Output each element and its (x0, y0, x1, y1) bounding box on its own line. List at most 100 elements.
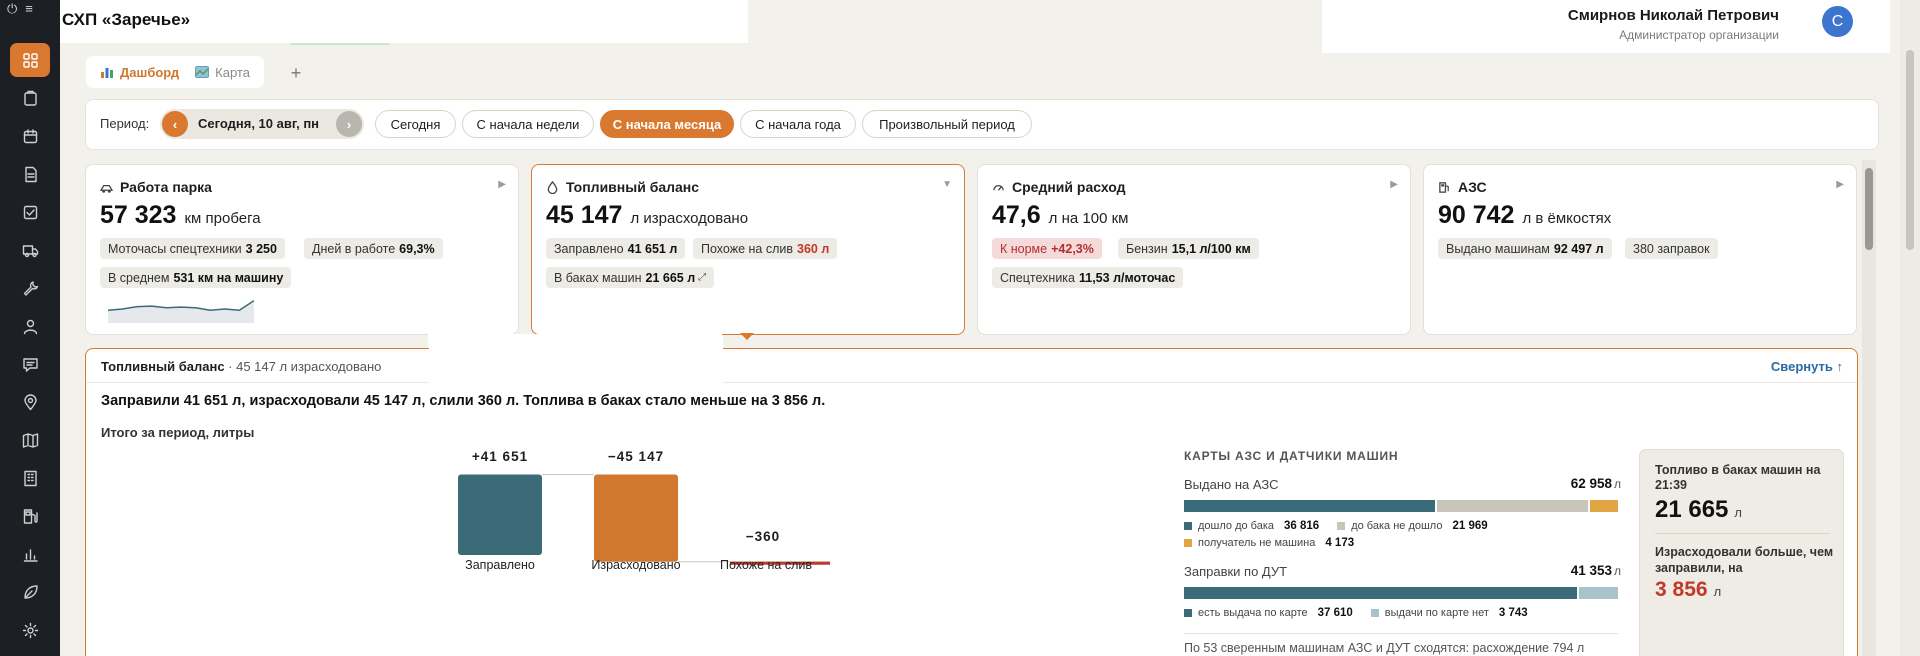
sidebar-item-user[interactable] (10, 309, 50, 343)
chip-value: 360 л (797, 241, 830, 256)
legend-swatch (1184, 609, 1192, 617)
period-week[interactable]: С начала недели (462, 110, 594, 138)
bar-segment[interactable] (1589, 500, 1618, 512)
sidebar-item-building[interactable] (10, 461, 50, 495)
wrench-icon (23, 280, 38, 296)
tab-dashboard[interactable]: Дашборд (92, 59, 187, 85)
sidebar-item-settings[interactable] (10, 613, 50, 647)
period-label: Период: (100, 116, 150, 131)
sidebar-item-calendar[interactable] (10, 119, 50, 153)
chat-icon (22, 357, 38, 372)
waterfall-bar[interactable] (458, 474, 542, 555)
bar-segment[interactable] (1184, 587, 1577, 599)
mileage-sparkline (108, 299, 254, 323)
period-custom[interactable]: Произвольный период (862, 110, 1032, 138)
clipboard-icon (23, 90, 37, 106)
page-scrollbar[interactable] (1900, 0, 1920, 656)
accent-line (290, 43, 390, 45)
location-icon (23, 393, 37, 410)
chip-workdays: Дней в работе 69,3% (304, 238, 443, 259)
header-right: Смирнов Николай Петрович Администратор о… (1322, 0, 1890, 53)
chip-value: 41 651 л (627, 241, 678, 256)
current-date[interactable]: Сегодня, 10 авг, пн (198, 116, 319, 131)
sidebar: ⏻ ≡ (0, 0, 60, 656)
waterfall-bar[interactable] (594, 474, 678, 562)
user-role: Администратор организации (1619, 28, 1779, 42)
dashboard-icon (22, 52, 38, 68)
collapse-button[interactable]: Свернуть ↑ (1771, 359, 1843, 374)
issued-total: 62 958 л (1571, 476, 1621, 491)
sidebar-item-document[interactable] (10, 157, 50, 191)
card-fuel-balance[interactable]: Топливный баланс ▼ 45 147 л израсходовано… (531, 164, 965, 335)
sidebar-item-clipboard[interactable] (10, 81, 50, 115)
legend-swatch (1370, 609, 1379, 617)
collapse-icon[interactable]: ▼ (942, 179, 952, 190)
bar-value-label: −360 (745, 529, 781, 544)
chip-petrol: Бензин 15,1 л/100 км (1118, 238, 1259, 259)
sidebar-item-location[interactable] (10, 385, 50, 419)
dut-total-value: 41 353 (1570, 563, 1612, 578)
user-name: Смирнов Николай Петрович (1567, 7, 1779, 24)
sidebar-item-truck[interactable] (10, 233, 50, 267)
legend-value: 21 969 (1452, 520, 1488, 532)
document-icon (24, 166, 37, 182)
chip-label: Моточасы спецтехники (108, 241, 242, 256)
expand-icon[interactable]: ▶ (1836, 179, 1844, 190)
power-icon[interactable]: ⏻ (7, 2, 17, 15)
detail-summary: Заправили 41 651 л, израсходовали 45 147… (101, 393, 826, 409)
sidebar-item-chat[interactable] (10, 347, 50, 381)
chip-label: Бензин (1126, 241, 1168, 256)
tank-value: 21 665 л (1655, 496, 1742, 524)
period-month[interactable]: С начала месяца (600, 110, 734, 138)
card-unit: л в ёмкостях (1522, 210, 1612, 227)
chip-label: Заправлено (554, 241, 624, 256)
org-title: СХП «Заречье» (62, 10, 191, 29)
menu-icon[interactable]: ≡ (25, 2, 33, 15)
bar-segment[interactable] (1437, 500, 1588, 512)
date-picker: ‹ Сегодня, 10 авг, пн › (160, 109, 364, 139)
sidebar-item-checklist[interactable] (10, 195, 50, 229)
expand-icon[interactable]: ▶ (1390, 179, 1398, 190)
add-tab-button[interactable]: + (286, 64, 306, 84)
content-scrollbar-thumb[interactable] (1865, 168, 1873, 250)
legend-swatch (1184, 539, 1192, 547)
tab-map[interactable]: Карта (187, 59, 258, 85)
sidebar-item-dashboard[interactable] (10, 43, 50, 77)
truck-icon (22, 244, 38, 257)
bar-segment[interactable] (1578, 587, 1618, 599)
card-avg-consumption[interactable]: Средний расход ▶ 47,6 л на 100 км К норме… (977, 164, 1411, 335)
card-unit: л израсходовано (630, 210, 749, 227)
card-value: 47,6 (992, 201, 1041, 229)
deficit-value-number: 3 856 (1655, 578, 1708, 601)
content-scrollbar[interactable] (1862, 160, 1876, 656)
bar-value-label: +41 651 (471, 449, 529, 464)
expand-icon[interactable]: ▶ (498, 179, 506, 190)
bar-category-label: Похоже на слив (720, 558, 812, 572)
sidebar-item-bar-chart[interactable] (10, 537, 50, 571)
building-icon (23, 470, 37, 486)
bar-chart-icon (101, 68, 113, 78)
bar-segment[interactable] (1184, 500, 1436, 512)
legend-value: 4 173 (1325, 537, 1355, 549)
bar-value-label: −45 147 (607, 449, 665, 464)
deficit-value: 3 856 л (1655, 578, 1721, 602)
prev-period-button[interactable]: ‹ (162, 111, 188, 137)
issued-label: Выдано на АЗС (1184, 477, 1279, 492)
card-fleet-work[interactable]: Работа парка ▶ 57 323 км пробега Моточасы… (85, 164, 519, 335)
sidebar-item-leaf[interactable] (10, 575, 50, 609)
sidebar-item-wrench[interactable] (10, 271, 50, 305)
card-unit: л на 100 км (1048, 210, 1129, 227)
issued-legend: дошло до бака 36 816 до бака не дошло 21 9… (1184, 520, 1488, 532)
sidebar-item-fuel-station[interactable] (10, 499, 50, 533)
card-fuel-stations[interactable]: АЗС ▶ 90 742 л в ёмкостях Выдано машинам 9… (1423, 164, 1857, 335)
detail-subtitle: · 45 147 л израсходовано (228, 359, 382, 374)
page-scrollbar-thumb[interactable] (1906, 50, 1914, 250)
period-year[interactable]: С начала года (740, 110, 856, 138)
chip-in-tanks[interactable]: В баках машин 21 665 л ⤢ (546, 267, 715, 288)
next-period-button[interactable]: › (336, 111, 362, 137)
avatar[interactable]: С (1822, 6, 1853, 37)
chip-drain: Похоже на слив 360 л (693, 238, 838, 259)
tank-value-number: 21 665 (1655, 496, 1729, 523)
sidebar-item-map[interactable] (10, 423, 50, 457)
period-today[interactable]: Сегодня (375, 110, 456, 138)
